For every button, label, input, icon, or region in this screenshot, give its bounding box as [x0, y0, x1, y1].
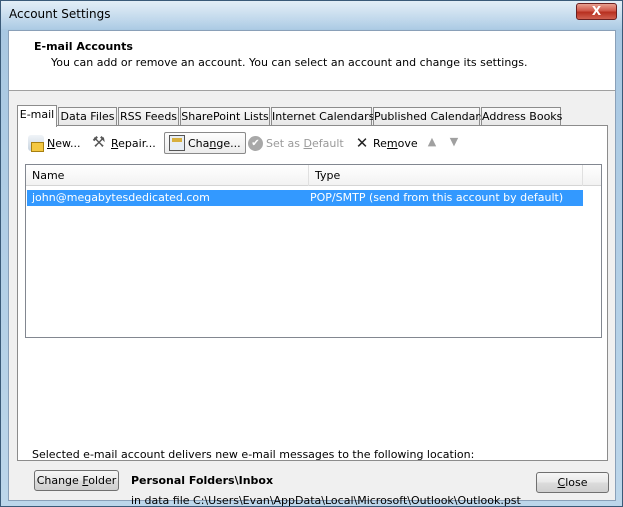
dialog-client-area: E-mail Accounts You can add or remove an…: [8, 30, 616, 507]
tab-email[interactable]: E-mail: [17, 105, 57, 127]
list-item[interactable]: john@megabytesdedicated.com POP/SMTP (se…: [27, 190, 583, 206]
arrow-up-icon: ▲: [427, 135, 437, 148]
checkmark-circle-icon: ✔: [248, 135, 263, 151]
tab-label: Data Files: [60, 110, 115, 123]
window-close-button[interactable]: X: [576, 3, 617, 20]
list-header: Name Type: [26, 165, 601, 186]
tab-published-calendars[interactable]: Published Calendars: [373, 107, 486, 126]
move-down-button[interactable]: ▼: [448, 132, 460, 154]
new-account-icon: [28, 135, 44, 152]
column-header-type[interactable]: Type: [309, 165, 583, 186]
repair-tools-icon: [92, 133, 108, 151]
account-settings-window: Account Settings X E-mail Accounts You c…: [0, 0, 623, 507]
change-settings-icon: [169, 135, 185, 151]
tab-sharepoint-lists[interactable]: SharePoint Lists: [180, 107, 270, 126]
tab-label: Internet Calendars: [272, 110, 375, 123]
tab-address-books[interactable]: Address Books: [481, 107, 563, 126]
delivery-folder-path: in data file C:\Users\Evan\AppData\Local…: [131, 494, 521, 507]
set-default-label: Set as Default: [266, 136, 344, 150]
delivery-folder-name: Personal Folders\Inbox: [131, 474, 274, 487]
section-description: You can add or remove an account. You ca…: [51, 56, 528, 69]
remove-label: Remove: [373, 136, 418, 150]
header-band: E-mail Accounts You can add or remove an…: [9, 31, 615, 91]
tab-internet-calendars[interactable]: Internet Calendars: [271, 107, 375, 126]
tab-label: SharePoint Lists: [181, 110, 269, 123]
title-bar: Account Settings X: [1, 1, 622, 29]
window-title: Account Settings: [9, 7, 111, 21]
delivery-location-label: Selected e-mail account delivers new e-m…: [32, 448, 475, 461]
close-button[interactable]: Close: [536, 472, 609, 493]
change-button[interactable]: Change...: [164, 132, 246, 154]
column-header-name[interactable]: Name: [26, 165, 309, 186]
new-label: New...: [47, 136, 81, 150]
tab-label: RSS Feeds: [119, 110, 178, 123]
new-account-button[interactable]: New...: [28, 132, 80, 154]
tab-data-files[interactable]: Data Files: [58, 107, 117, 126]
repair-button[interactable]: Repair...: [92, 132, 156, 154]
x-remove-icon: ✕: [355, 134, 369, 152]
tab-label: Address Books: [482, 110, 563, 123]
repair-label: Repair...: [111, 136, 156, 150]
account-type: POP/SMTP (send from this account by defa…: [310, 191, 564, 204]
set-as-default-button[interactable]: ✔ Set as Default: [248, 132, 344, 154]
change-label: Change...: [188, 136, 241, 150]
account-toolbar: New... Repair... Change... ✔ Set as Defa…: [26, 132, 596, 154]
tab-label: Published Calendars: [374, 110, 486, 123]
arrow-down-icon: ▼: [449, 135, 459, 148]
change-folder-button[interactable]: Change Folder: [34, 470, 119, 491]
accounts-list[interactable]: Name Type john@megabytesdedicated.com PO…: [25, 164, 602, 338]
move-up-button[interactable]: ▲: [426, 132, 438, 154]
email-tab-panel: New... Repair... Change... ✔ Set as Defa…: [17, 125, 608, 507]
close-icon: X: [591, 4, 602, 18]
tab-rss-feeds[interactable]: RSS Feeds: [118, 107, 179, 126]
tab-label: E-mail: [19, 108, 55, 121]
remove-button[interactable]: ✕ Remove: [354, 132, 418, 154]
account-name: john@megabytesdedicated.com: [32, 191, 210, 204]
section-title: E-mail Accounts: [34, 40, 133, 53]
